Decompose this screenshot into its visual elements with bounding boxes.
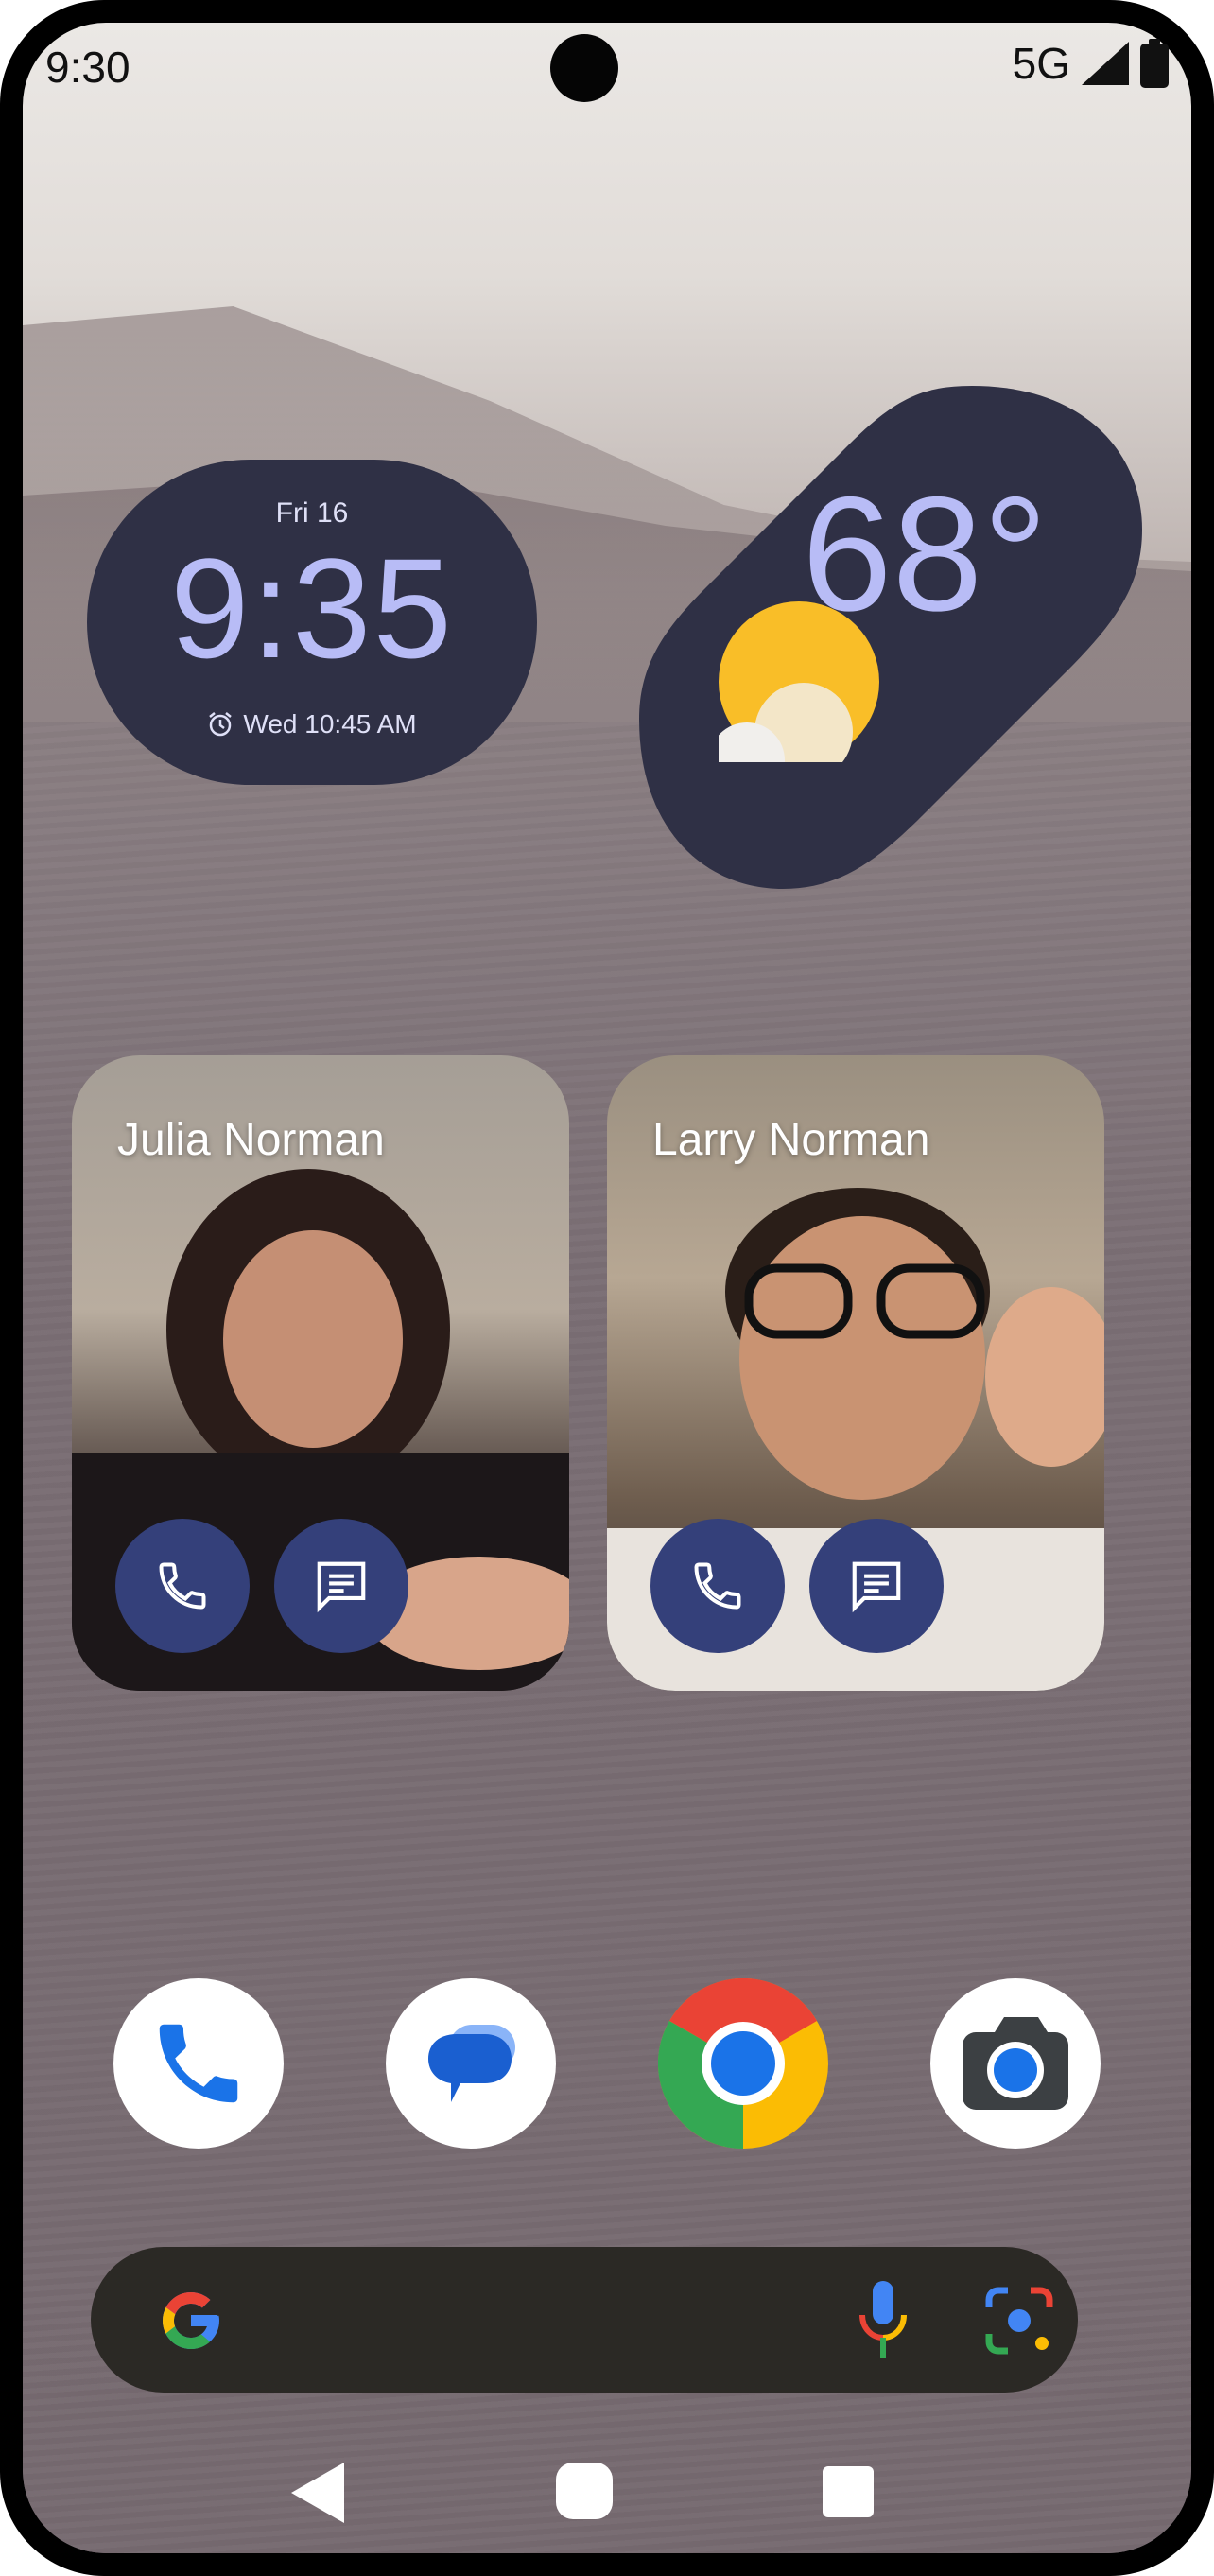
contact-name: Julia Norman — [117, 1115, 385, 1165]
call-button[interactable] — [650, 1519, 785, 1653]
contact-widget-julia[interactable]: Julia Norman — [72, 1055, 569, 1691]
status-time: 9:30 — [45, 43, 130, 92]
google-g-icon[interactable] — [157, 2287, 225, 2355]
messages-app[interactable] — [386, 1978, 556, 2149]
alarm-time: Wed 10:45 AM — [243, 709, 417, 739]
recents-icon[interactable] — [823, 2466, 874, 2517]
phone-app-icon — [159, 2024, 238, 2103]
phone-icon — [694, 1562, 741, 1610]
message-icon — [317, 1561, 366, 1613]
phone-icon — [159, 1562, 206, 1610]
chrome-app[interactable] — [658, 1978, 828, 2149]
message-icon — [852, 1561, 901, 1613]
network-type: 5G — [1012, 39, 1070, 88]
messages-app-icon — [428, 2025, 515, 2102]
clock-date: Fri 16 — [275, 497, 349, 529]
search-bar[interactable] — [91, 2247, 1078, 2393]
camera-app-icon — [963, 2017, 1068, 2110]
message-button[interactable] — [274, 1519, 408, 1653]
front-camera — [550, 34, 618, 102]
mic-icon[interactable] — [857, 2281, 910, 2360]
status-icons: 5G — [1013, 38, 1169, 89]
clock-time: 9:35 — [170, 529, 454, 688]
back-icon[interactable] — [291, 2463, 348, 2523]
contact-name: Larry Norman — [652, 1115, 930, 1165]
lens-icon[interactable] — [985, 2287, 1053, 2355]
battery-icon — [1140, 39, 1169, 88]
alarm-icon — [209, 712, 233, 737]
clock-alarm[interactable]: Wed 10:45 AM — [87, 709, 537, 740]
signal-icon — [1082, 42, 1129, 85]
camera-app[interactable] — [930, 1978, 1101, 2149]
clock-widget[interactable]: Fri 16 9:35 Wed 10:45 AM — [87, 460, 537, 785]
message-button[interactable] — [809, 1519, 944, 1653]
partly-sunny-icon — [719, 601, 879, 762]
contact-widget-larry[interactable]: Larry Norman — [607, 1055, 1104, 1691]
call-button[interactable] — [115, 1519, 250, 1653]
home-icon[interactable] — [556, 2463, 613, 2519]
chrome-app-icon — [658, 1978, 828, 2149]
phone-app[interactable] — [113, 1978, 284, 2149]
